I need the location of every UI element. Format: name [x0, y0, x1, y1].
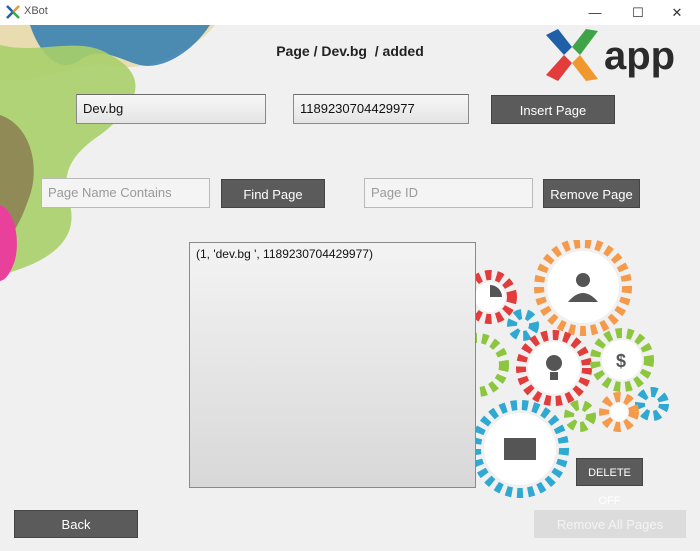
list-item[interactable]: (1, 'dev.bg ', 1189230704429977)	[190, 243, 475, 261]
logo-text: app	[604, 34, 675, 78]
title-bar: XBot — ☐ ✕	[0, 0, 700, 25]
xbot-logo-icon	[6, 5, 20, 19]
status-heading: Page / Dev.bg / added	[276, 43, 424, 59]
gears-illustration: $	[450, 240, 669, 498]
minimize-button[interactable]: —	[572, 0, 618, 25]
close-button[interactable]: ✕	[654, 0, 700, 25]
delete-off-button[interactable]: DELETE OFF	[576, 458, 643, 507]
back-button[interactable]: Back	[14, 510, 138, 538]
app-logo: app	[546, 29, 675, 81]
remove-page-button[interactable]: Remove Page	[543, 179, 640, 208]
svg-text:$: $	[616, 351, 626, 371]
find-page-button[interactable]: Find Page	[221, 179, 325, 208]
page-name-contains-input[interactable]: Page Name Contains	[41, 178, 210, 208]
remove-page-id-input[interactable]: Page ID	[364, 178, 533, 208]
main-content: Page / Dev.bg / added app Dev.bg 1189230…	[0, 25, 700, 551]
page-id-input[interactable]: 1189230704429977	[293, 94, 469, 124]
window-title: XBot	[24, 5, 48, 17]
page-name-input[interactable]: Dev.bg	[76, 94, 266, 124]
insert-page-button[interactable]: Insert Page	[491, 95, 615, 124]
results-list[interactable]: (1, 'dev.bg ', 1189230704429977)	[189, 242, 476, 488]
remove-all-pages-button[interactable]: Remove All Pages	[534, 510, 686, 538]
